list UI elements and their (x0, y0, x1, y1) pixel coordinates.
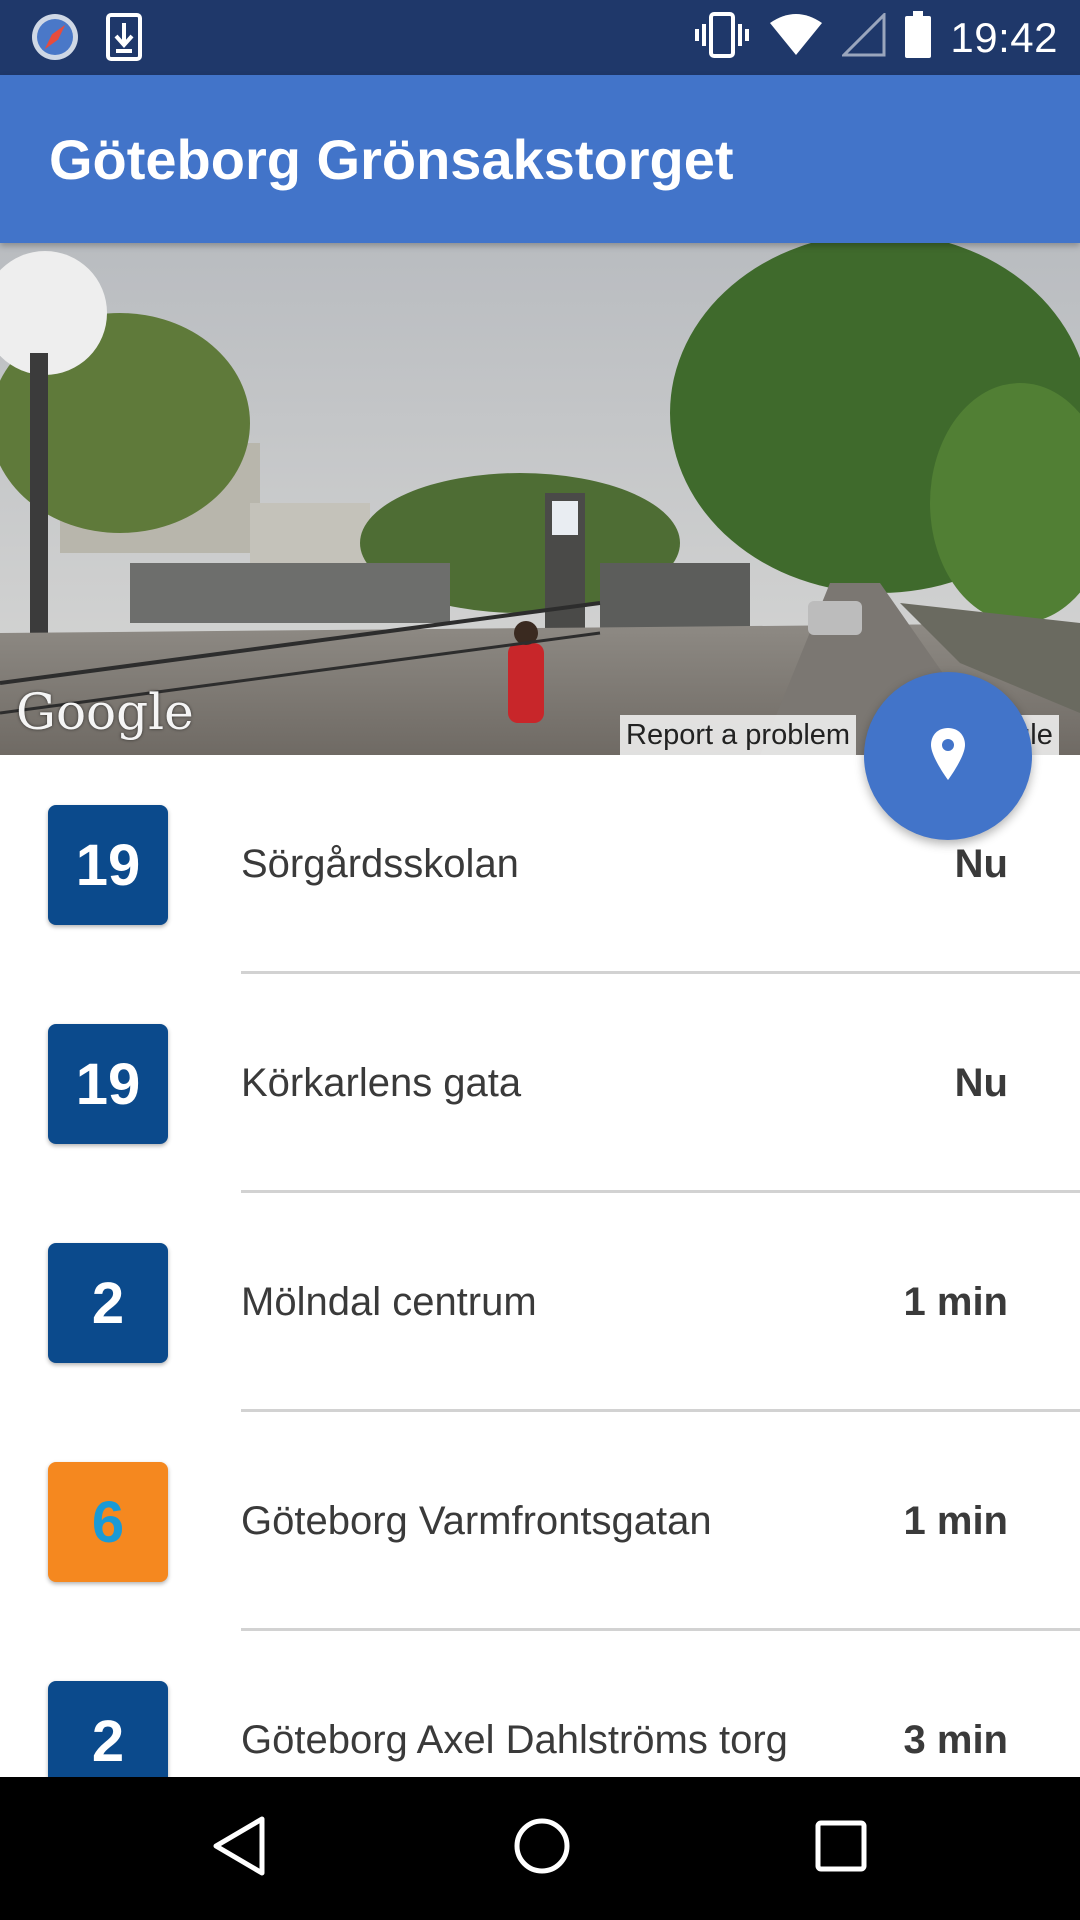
list-item[interactable]: 19 Körkarlens gata Nu (0, 974, 1080, 1193)
eta-label: 1 min (903, 1499, 1008, 1543)
destination-label: Göteborg Axel Dahlströms torg (241, 1718, 788, 1762)
departure-list: 19 Sörgårdsskolan Nu 19 Körkarlens gata … (0, 755, 1080, 1777)
list-item[interactable]: 2 Göteborg Axel Dahlströms torg 3 min (0, 1631, 1080, 1777)
line-badge: 19 (48, 805, 168, 925)
download-icon (106, 13, 142, 66)
location-pin-icon (931, 727, 965, 785)
eta-label: Nu (954, 1061, 1008, 1105)
wifi-icon (768, 13, 824, 62)
vibrate-icon (694, 10, 750, 65)
app-bar: Göteborg Grönsakstorget (0, 75, 1080, 243)
status-clock: 19:42 (950, 13, 1058, 61)
destination-label: Sörgårdsskolan (241, 842, 519, 886)
eta-label: 3 min (903, 1718, 1008, 1762)
location-fab-button[interactable] (864, 672, 1032, 840)
back-icon[interactable] (212, 1815, 268, 1882)
status-bar: 19:42 (0, 0, 1080, 75)
list-item[interactable]: 2 Mölndal centrum 1 min (0, 1193, 1080, 1412)
destination-label: Göteborg Varmfrontsgatan (241, 1499, 712, 1543)
eta-label: Nu (954, 842, 1008, 886)
report-problem-link[interactable]: Report a problem (620, 715, 857, 755)
line-badge: 19 (48, 1024, 168, 1144)
line-badge: 2 (48, 1681, 168, 1777)
home-icon[interactable] (512, 1815, 572, 1882)
recents-icon[interactable] (814, 1815, 870, 1882)
battery-icon (904, 11, 932, 64)
list-item[interactable]: 6 Göteborg Varmfrontsgatan 1 min (0, 1412, 1080, 1631)
compass-icon (30, 12, 80, 67)
navigation-bar (0, 1777, 1080, 1920)
line-badge: 2 (48, 1243, 168, 1363)
page-title: Göteborg Grönsakstorget (49, 128, 734, 191)
eta-label: 1 min (903, 1280, 1008, 1324)
destination-label: Körkarlens gata (241, 1061, 522, 1105)
google-watermark: Google (16, 683, 194, 741)
destination-label: Mölndal centrum (241, 1280, 537, 1324)
app-screen: 19:42 Göteborg Grönsakstorget Google Rep… (0, 0, 1080, 1920)
line-badge: 6 (48, 1462, 168, 1582)
cell-signal-icon (840, 11, 886, 62)
